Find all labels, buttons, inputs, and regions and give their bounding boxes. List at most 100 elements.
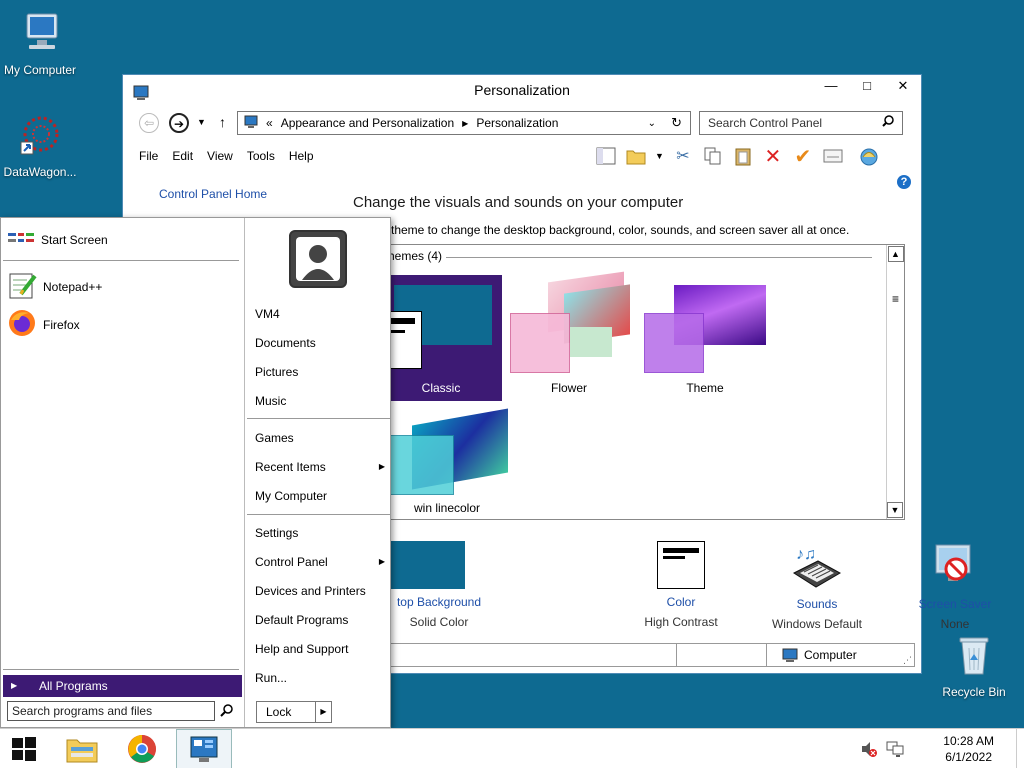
paste-icon[interactable]: [732, 145, 754, 167]
submenu-arrow-icon: ▶: [378, 462, 385, 471]
address-dropdown-icon[interactable]: ⌄: [648, 118, 656, 129]
lock-button[interactable]: Lock ▶: [256, 701, 332, 723]
place-vm4[interactable]: VM4: [255, 307, 385, 321]
desktop-icon-datawagon[interactable]: DataWagon...: [0, 114, 80, 179]
volume-muted-icon[interactable]: [860, 741, 878, 760]
desktop-icon-recycle-bin[interactable]: Recycle Bin: [934, 630, 1014, 699]
user-avatar[interactable]: [289, 230, 347, 288]
theme-settings: top Background Solid Color Color High Co…: [385, 541, 991, 631]
start-search-icon[interactable]: [220, 704, 233, 720]
setting-value: Solid Color: [409, 615, 469, 629]
checkmark-icon[interactable]: ✔: [792, 145, 814, 168]
desktop-icon-label: My Computer: [3, 63, 77, 77]
resize-grip-icon[interactable]: ⋰: [903, 655, 912, 666]
theme-flower[interactable]: Flower: [508, 271, 630, 401]
folder-dropdown-icon[interactable]: ▼: [655, 151, 664, 161]
setting-title: Screen Saver: [918, 597, 992, 611]
menu-tools[interactable]: Tools: [247, 149, 275, 163]
lock-options-arrow-icon[interactable]: ▶: [315, 702, 331, 722]
up-arrow-icon[interactable]: ↑: [219, 114, 226, 130]
place-label: Default Programs: [255, 613, 349, 627]
layout-icon[interactable]: [595, 145, 617, 167]
show-desktop-button[interactable]: [1016, 729, 1024, 768]
search-input[interactable]: Search Control Panel: [699, 111, 903, 135]
all-programs-button[interactable]: All Programs: [3, 675, 242, 697]
place-label: Documents: [255, 336, 316, 350]
forward-button[interactable]: ➔: [169, 113, 189, 133]
place-label: Help and Support: [255, 642, 349, 656]
start-button[interactable]: [0, 729, 48, 768]
menu-view[interactable]: View: [207, 149, 233, 163]
start-item-notepadpp[interactable]: Notepad++: [7, 270, 102, 303]
copy-icon[interactable]: [702, 145, 724, 167]
color-setting[interactable]: Color High Contrast: [621, 541, 741, 629]
theme-group-label: hemes (4): [388, 249, 443, 263]
desktop-background-setting[interactable]: top Background Solid Color: [379, 541, 499, 629]
desktop-icon-my-computer[interactable]: My Computer: [0, 10, 80, 77]
place-run[interactable]: Run...: [255, 671, 385, 685]
title-bar[interactable]: Personalization — □ ✕: [123, 75, 921, 105]
help-icon[interactable]: ?: [897, 175, 911, 189]
control-panel-icon: [133, 81, 149, 111]
properties-icon[interactable]: [822, 145, 844, 167]
taskbar-clock[interactable]: 10:28 AM 6/1/2022: [943, 733, 994, 765]
start-item-firefox[interactable]: Firefox: [7, 308, 80, 341]
address-bar[interactable]: « Appearance and Personalization ▶ Perso…: [237, 111, 691, 135]
scroll-down-icon[interactable]: ▼: [887, 502, 903, 518]
taskbar-chrome-button[interactable]: [114, 729, 170, 768]
history-dropdown-icon[interactable]: ▼: [197, 117, 206, 127]
place-settings[interactable]: Settings: [255, 526, 385, 540]
menu-edit[interactable]: Edit: [172, 149, 193, 163]
start-menu: Start Screen Notepad++ Firefox All Progr…: [0, 217, 391, 728]
place-games[interactable]: Games: [255, 431, 385, 445]
cut-icon[interactable]: ✂: [672, 145, 694, 167]
place-my-computer[interactable]: My Computer: [255, 489, 385, 503]
computer-status-icon: [782, 648, 798, 665]
control-panel-home-link[interactable]: Control Panel Home: [159, 187, 267, 201]
status-computer-label: Computer: [804, 648, 857, 662]
theme-flower-preview: [508, 271, 630, 375]
maximize-button[interactable]: □: [849, 75, 885, 99]
theme-label: Flower: [550, 381, 587, 395]
theme-theme[interactable]: Theme: [644, 275, 766, 401]
place-documents[interactable]: Documents: [255, 336, 385, 350]
theme-classic[interactable]: Classic: [386, 275, 502, 401]
scroll-thumb[interactable]: ≡: [888, 292, 904, 308]
setting-value: High Contrast: [644, 615, 718, 629]
minimize-button[interactable]: —: [813, 75, 849, 99]
start-search-input[interactable]: Search programs and files: [7, 701, 215, 721]
breadcrumb-personalization[interactable]: Personalization: [476, 116, 558, 130]
search-icon[interactable]: [882, 115, 894, 130]
start-item-start-screen[interactable]: Start Screen: [7, 230, 108, 249]
notepadpp-icon: [7, 270, 37, 303]
breadcrumb-appearance[interactable]: Appearance and Personalization: [281, 116, 454, 130]
theme-list-scrollbar[interactable]: ▲ ≡ ▼: [886, 245, 904, 519]
place-label: My Computer: [255, 489, 328, 503]
theme-win-linecolor[interactable]: win linecolor: [386, 407, 508, 517]
folder-icon[interactable]: [625, 145, 647, 167]
shell-icon[interactable]: [858, 145, 880, 167]
place-pictures[interactable]: Pictures: [255, 365, 385, 379]
taskbar: 10:28 AM 6/1/2022: [0, 728, 1024, 768]
sounds-setting[interactable]: ♪♫ Sounds Windows Default: [757, 541, 877, 631]
screen-saver-setting[interactable]: Screen Saver None: [895, 541, 1015, 631]
menu-help[interactable]: Help: [289, 149, 314, 163]
menu-file[interactable]: File: [139, 149, 158, 163]
delete-icon[interactable]: ✕: [762, 145, 784, 168]
scroll-up-icon[interactable]: ▲: [887, 246, 904, 262]
svg-text:♪♫: ♪♫: [796, 546, 816, 563]
place-music[interactable]: Music: [255, 394, 385, 408]
place-recent-items[interactable]: Recent Items ▶: [255, 460, 385, 474]
place-help-support[interactable]: Help and Support: [255, 642, 385, 656]
back-button[interactable]: ⇦: [139, 113, 159, 133]
place-default-programs[interactable]: Default Programs: [255, 613, 385, 627]
close-button[interactable]: ✕: [885, 75, 921, 99]
refresh-icon[interactable]: ↻: [671, 115, 682, 131]
setting-title: top Background: [396, 595, 482, 609]
place-control-panel[interactable]: Control Panel ▶: [255, 555, 385, 569]
lock-label: Lock: [266, 705, 292, 719]
place-devices-printers[interactable]: Devices and Printers: [255, 584, 385, 598]
taskbar-control-panel-button[interactable]: [176, 729, 232, 768]
network-icon[interactable]: [886, 741, 904, 760]
taskbar-explorer-button[interactable]: [54, 729, 110, 768]
